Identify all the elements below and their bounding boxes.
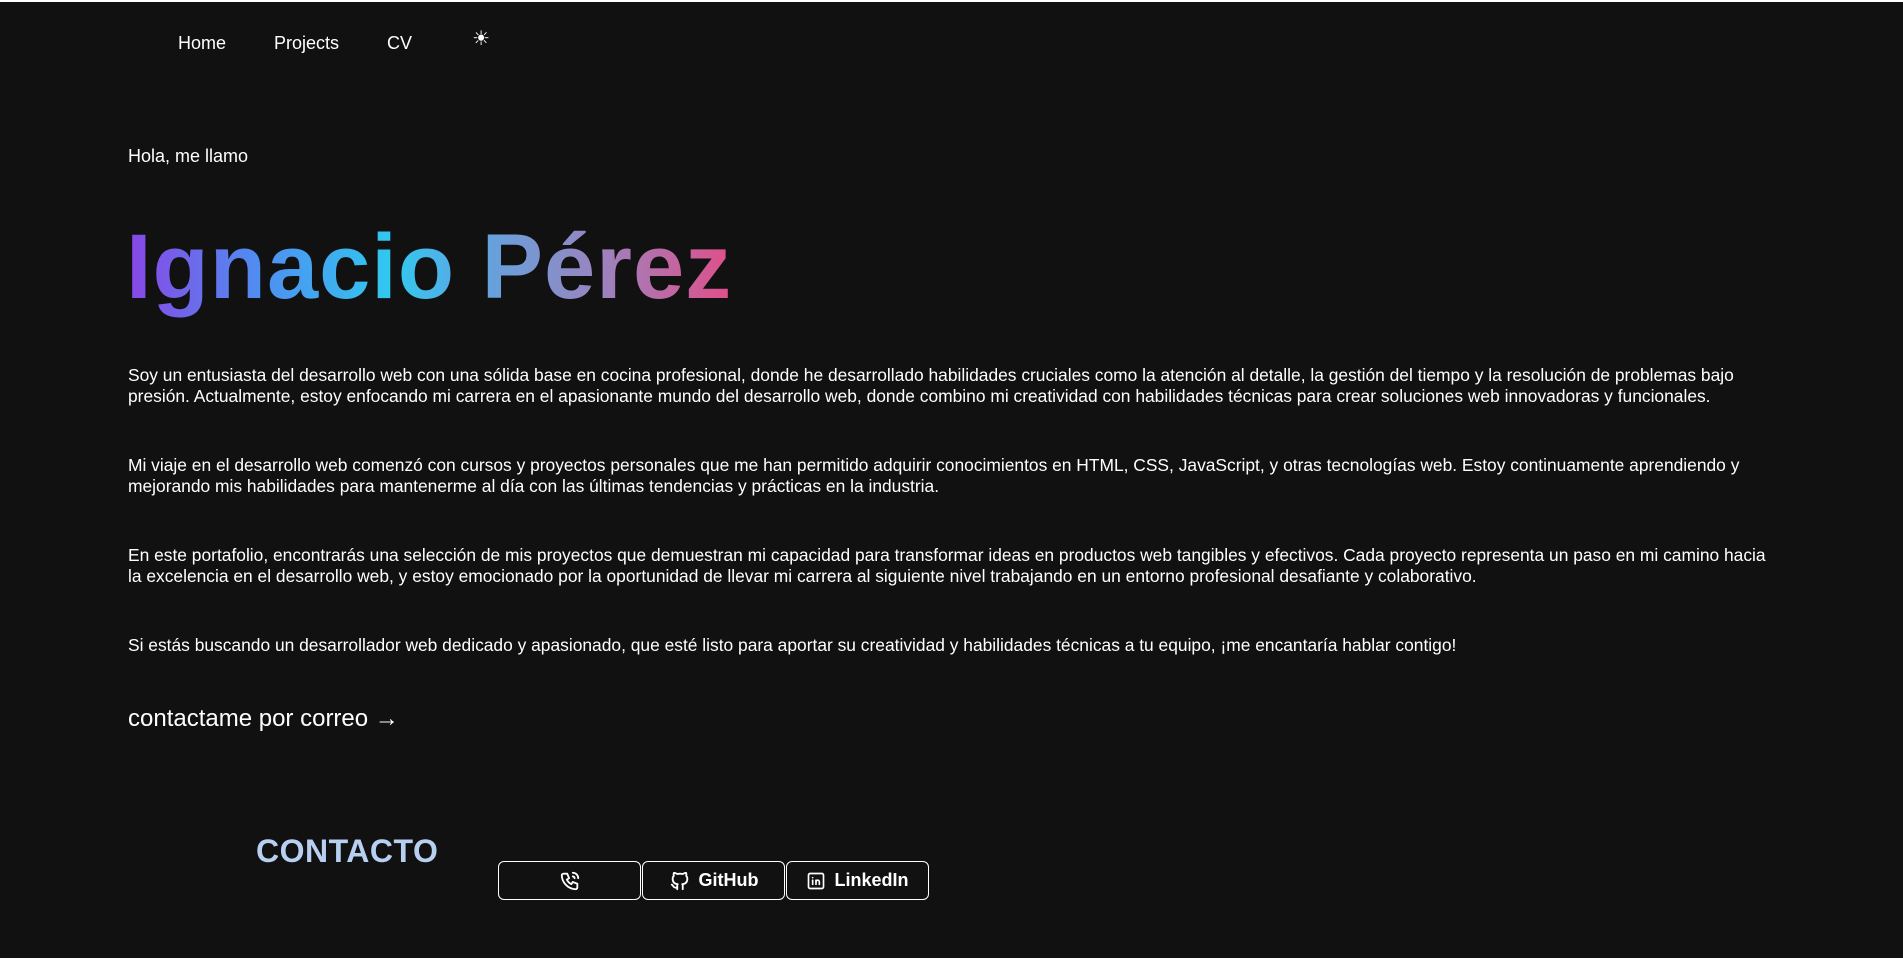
linkedin-button-label: LinkedIn — [834, 870, 909, 890]
about-paragraph: Si estás buscando un desarrollador web d… — [128, 635, 1457, 655]
github-button-label: GitHub — [698, 870, 759, 890]
top-border — [0, 0, 1903, 2]
hero-name: Ignacio Pérez — [126, 212, 732, 322]
email-contact-link[interactable]: contactame por correo → — [128, 705, 399, 733]
about-paragraph: Mi viaje en el desarrollo web comenzó co… — [128, 455, 1740, 496]
nav-cv[interactable]: CV — [387, 31, 412, 55]
github-button[interactable]: GitHub — [642, 861, 785, 900]
main-nav: Home Projects CV ☀ — [178, 29, 490, 55]
phone-button[interactable] — [498, 861, 641, 900]
portfolio-page: Home Projects CV ☀ Hola, me llamo Ignaci… — [0, 0, 1903, 958]
phone-icon — [559, 870, 581, 892]
nav-home[interactable]: Home — [178, 31, 226, 55]
about-paragraph: Soy un entusiasta del desarrollo web con… — [128, 365, 1734, 406]
linkedin-button[interactable]: LinkedIn — [786, 861, 929, 900]
about-section: Soy un entusiasta del desarrollo web con… — [128, 365, 1768, 704]
about-paragraph: En este portafolio, encontrarás una sele… — [128, 545, 1766, 586]
nav-projects[interactable]: Projects — [274, 31, 339, 55]
linkedin-icon — [806, 871, 826, 891]
contact-title: CONTACTO — [256, 833, 439, 869]
contact-buttons: GitHub LinkedIn — [498, 861, 929, 900]
theme-toggle-sun-icon[interactable]: ☀ — [472, 29, 490, 49]
hero-greeting: Hola, me llamo — [128, 146, 249, 166]
github-icon — [669, 870, 691, 892]
